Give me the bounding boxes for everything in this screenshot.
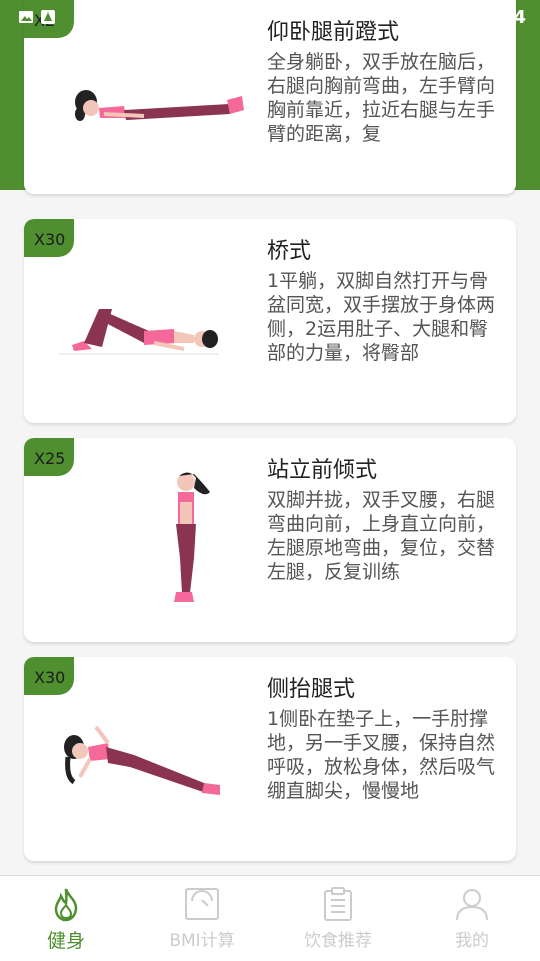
nav-label-bmi: BMI计算 [169,931,235,951]
exercise-description: 1侧卧在垫子上，一手肘撑地，另一手叉腰，保持自然呼吸，放松身体，然后吸气绷直脚尖… [267,708,496,802]
reps-badge: X30 [24,657,74,695]
exercise-title: 仰卧腿前蹬式 [267,20,400,45]
flame-icon [48,886,84,922]
side-lying-figure-icon [44,697,244,847]
bridge-figure-icon [44,259,244,409]
nav-tab-fitness[interactable]: 健身 [6,886,126,953]
nav-label-fitness: 健身 [46,930,85,952]
exercise-description: 1平躺，双脚自然打开与骨盆同宽，双手摆放于身体两侧，2运用肚子、大腿和臀部的力量… [267,270,496,364]
exercise-description: 双脚并拢，双手叉腰，右腿弯曲向前，上身直立向前，左腿原地弯曲，复位，交替左腿，反… [267,489,496,583]
nav-label-diet: 饮食推荐 [304,931,372,951]
nav-tab-bmi[interactable]: BMI计算 [142,886,262,951]
exercise-card[interactable]: X2 仰卧腿前蹬式 全身躺卧，双手放在脑后，右腿向胸前弯曲，左手臂向胸前靠近，拉… [24,0,516,194]
reps-badge: X30 [24,219,74,257]
exercise-description: 全身躺卧，双手放在脑后，右腿向胸前弯曲，左手臂向胸前靠近，拉近右腿与左手臂的距离… [267,51,496,145]
bottom-nav: 健身 BMI计算 饮食推荐 我的 [0,875,540,961]
app-notification-icon [40,9,56,25]
exercise-title: 侧抬腿式 [267,677,356,702]
clipboard-icon [320,886,356,922]
exercise-card[interactable]: X25 站立前倾式 双脚并拢，双手叉腰，右腿弯曲向前，上身直立向前，左腿原地弯曲… [24,438,516,642]
exercise-card[interactable]: X30 侧抬腿式 1侧卧在垫子上，一手肘撑地，另一手叉腰，保持自然呼吸，放松身体… [24,657,516,861]
exercise-title: 桥式 [267,239,312,264]
exercise-card[interactable]: X30 桥式 1平躺，双脚自然打开与骨盆同宽，双手摆放于身体两侧，2运用肚子、大… [24,219,516,423]
image-notification-icon [18,9,34,25]
nav-tab-diet[interactable]: 饮食推荐 [278,886,398,951]
exercise-title: 站立前倾式 [267,458,378,483]
status-time: 4 [513,7,526,28]
standing-figure-icon [44,468,244,618]
nav-label-profile: 我的 [455,931,489,951]
lying-figure-icon [44,70,244,194]
scale-icon [184,886,220,922]
status-icons [18,9,56,25]
nav-tab-profile[interactable]: 我的 [412,886,532,951]
user-icon [454,886,490,922]
